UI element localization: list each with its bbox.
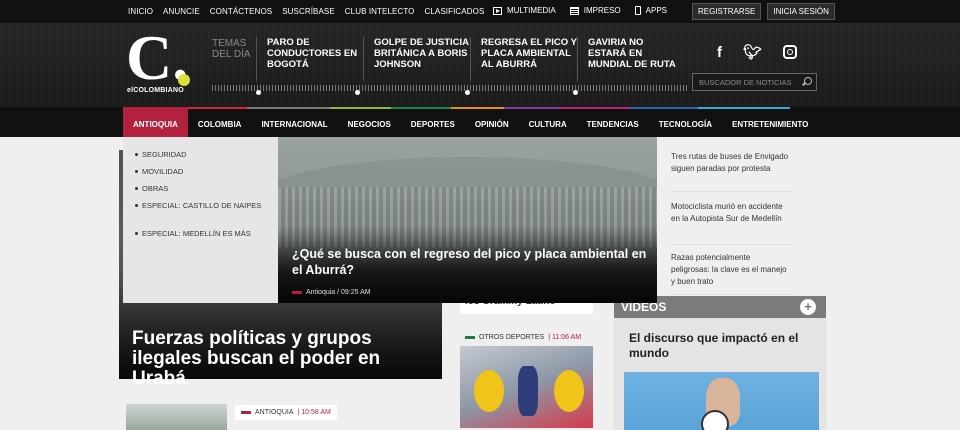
side-news-item[interactable]: Motociclista murió en accidente en la Au… — [671, 201, 791, 225]
impreso-label: IMPRESO — [583, 6, 621, 15]
impreso-link[interactable]: IMPRESO — [569, 6, 621, 15]
timeline-rail — [212, 85, 689, 91]
side-news-item[interactable]: Razas potencialmente peligrosas: la clav… — [671, 252, 791, 288]
topic-item[interactable]: REGRESA EL PICO Y PLACA AMBIENTAL AL ABU… — [470, 37, 577, 81]
section-color-bar — [292, 291, 302, 294]
login-button[interactable]: INICIA SESIÓN — [767, 3, 835, 20]
bottom-story-time: | 10:58 AM — [297, 409, 331, 416]
temas-del-dia-label: TEMAS DEL DÍA — [212, 38, 251, 60]
dropdown-submenu: SEGURIDAD MOVILIDAD OBRAS ESPECIAL: CAST… — [123, 137, 278, 303]
apps-label: APPS — [645, 6, 667, 15]
logo-brand: elCOLOMBIANO — [127, 87, 184, 94]
nav-item-opinion[interactable]: OPINIÓN — [465, 107, 519, 137]
plate-shape — [474, 370, 504, 412]
top-link-suscribase[interactable]: SUSCRÍBASE — [282, 7, 335, 16]
submenu-item[interactable]: MOVILIDAD — [135, 166, 267, 177]
register-button[interactable]: REGISTRARSE — [692, 3, 762, 20]
bottom-story-photo[interactable] — [126, 404, 227, 430]
topics-timeline — [212, 83, 689, 95]
nav-item-negocios[interactable]: NEGOCIOS — [338, 107, 401, 137]
divider — [671, 294, 791, 295]
featured-meta: Antioquia / 09:25 AM — [292, 289, 371, 296]
facebook-icon[interactable]: f — [717, 44, 722, 61]
nav-item-deportes[interactable]: DEPORTES — [401, 107, 465, 137]
bottom-story-section[interactable]: ANTIOQUIA — [255, 409, 294, 416]
twitter-icon[interactable]: 🐦︎ — [743, 43, 762, 61]
submenu-item[interactable]: SEGURIDAD — [135, 149, 267, 160]
side-news-item[interactable]: Tres rutas de buses de Envigado siguen p… — [671, 151, 791, 175]
nav-item-entretenimiento[interactable]: ENTRETENIMIENTO — [722, 107, 818, 137]
timeline-dot — [465, 90, 470, 95]
section-color-bar — [465, 335, 475, 339]
site-logo[interactable]: C. elCOLOMBIANO — [126, 26, 194, 98]
mid-story-tag: OTROS DEPORTES | 11:06 AM — [460, 330, 593, 344]
dropdown-featured-story[interactable]: ¿Qué se busca con el regreso del pico y … — [278, 137, 657, 303]
videos-widget: VIDEOS + El discurso que impactó en el m… — [614, 296, 826, 430]
play-icon[interactable] — [701, 410, 729, 430]
divider — [671, 244, 791, 245]
topic-item[interactable]: PARO DE CONDUCTORES EN BOGOTÁ — [256, 37, 363, 81]
search-icon[interactable] — [804, 77, 812, 85]
timeline-dot — [573, 90, 578, 95]
nav-items: ANTIOQUIA COLOMBIA INTERNACIONAL NEGOCIO… — [123, 107, 818, 137]
social-links: f 🐦︎ — [717, 43, 798, 61]
timeline-dot — [355, 90, 360, 95]
topic-item[interactable]: GOLPE DE JUSTICIA BRITÁNICA A BORIS JOHN… — [363, 37, 470, 81]
plate-shape — [554, 370, 584, 412]
timeline-dot — [256, 90, 261, 95]
auth-buttons: REGISTRARSE INICIA SESIÓN — [692, 3, 835, 20]
divider — [671, 191, 791, 192]
plus-icon[interactable]: + — [800, 299, 816, 315]
multimedia-link[interactable]: MULTIMEDIA — [493, 6, 556, 15]
apps-link[interactable]: APPS — [634, 6, 667, 15]
top-link-inicio[interactable]: INICIO — [128, 7, 153, 16]
section-color-bar — [241, 411, 251, 414]
weightlifting-photo[interactable] — [460, 346, 593, 428]
newspaper-icon — [569, 6, 579, 15]
instagram-icon[interactable] — [783, 45, 798, 59]
search-input[interactable] — [699, 77, 799, 88]
search-box — [692, 73, 817, 91]
phone-icon — [634, 6, 641, 15]
topic-item[interactable]: GAVIRIA NO ESTARÁ EN MUNDIAL DE RUTA — [577, 37, 684, 81]
bottom-story-tag: ANTIOQUIA | 10:58 AM — [235, 405, 337, 420]
mid-story-section[interactable]: OTROS DEPORTES — [479, 334, 544, 341]
submenu-item[interactable]: ESPECIAL: CASTILLO DE NAIPES — [135, 200, 267, 211]
video-title[interactable]: El discurso que impactó en el mundo — [629, 331, 814, 361]
submenu-item[interactable]: OBRAS — [135, 183, 267, 194]
antioquia-dropdown: SEGURIDAD MOVILIDAD OBRAS ESPECIAL: CAST… — [123, 137, 657, 303]
top-link-contactenos[interactable]: CONTÁCTENOS — [210, 7, 272, 16]
nav-item-tendencias[interactable]: TENDENCIAS — [577, 107, 649, 137]
logo-dot-icon — [178, 74, 190, 86]
site-header: C. elCOLOMBIANO TEMAS DEL DÍA PARO DE CO… — [0, 23, 960, 107]
multimedia-label: MULTIMEDIA — [507, 6, 556, 15]
nav-item-tecnologia[interactable]: TECNOLOGÍA — [649, 107, 722, 137]
top-link-clasificados[interactable]: CLASIFICADOS — [425, 7, 485, 16]
main-nav: ANTIOQUIA COLOMBIA INTERNACIONAL NEGOCIO… — [0, 107, 960, 137]
trending-topics: PARO DE CONDUCTORES EN BOGOTÁ GOLPE DE J… — [256, 37, 684, 81]
video-thumbnail[interactable] — [624, 372, 819, 430]
nav-item-colombia[interactable]: COLOMBIA — [188, 107, 252, 137]
side-news-list: Tres rutas de buses de Envigado siguen p… — [657, 137, 825, 295]
top-link-club-intelecto[interactable]: CLUB INTELECTO — [345, 7, 415, 16]
top-utility-bar: INICIO ANUNCIE CONTÁCTENOS SUSCRÍBASE CL… — [0, 0, 960, 23]
mid-story-time: | 11:06 AM — [548, 333, 582, 341]
top-links: INICIO ANUNCIE CONTÁCTENOS SUSCRÍBASE CL… — [128, 7, 484, 16]
nav-item-internacional[interactable]: INTERNACIONAL — [251, 107, 337, 137]
submenu-item[interactable]: ESPECIAL: MEDELLÍN ES MÁS — [135, 228, 267, 239]
top-link-anuncie[interactable]: ANUNCIE — [163, 7, 200, 16]
lead-story-title[interactable]: Fuerzas políticas y grupos ilegales busc… — [132, 329, 432, 389]
media-links: MULTIMEDIA IMPRESO APPS — [493, 6, 667, 15]
featured-meta-text: Antioquia / 09:25 AM — [306, 289, 371, 296]
nav-item-antioquia[interactable]: ANTIOQUIA — [123, 107, 188, 137]
nav-item-cultura[interactable]: CULTURA — [519, 107, 577, 137]
athlete-shape — [518, 366, 538, 416]
featured-title[interactable]: ¿Qué se busca con el regreso del pico y … — [292, 246, 652, 278]
multimedia-icon — [493, 6, 502, 15]
